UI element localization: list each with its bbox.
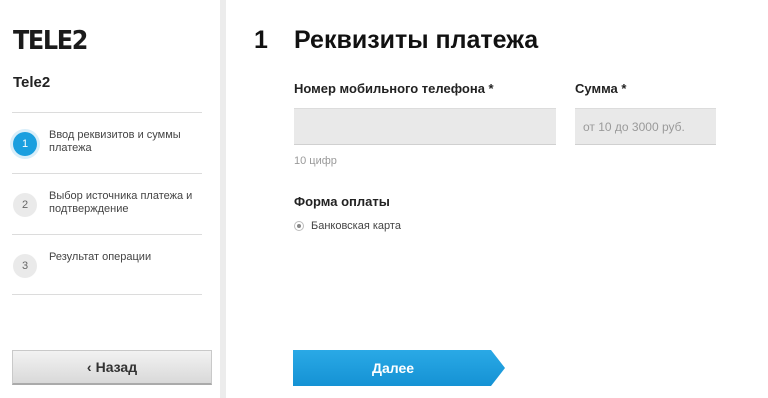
step-3: 3 Результат операции — [12, 234, 202, 295]
step-number-badge: 1 — [13, 132, 37, 156]
tele2-logo: TELE2 — [13, 28, 93, 54]
main-panel: 1 Реквизиты платежа Номер мобильного тел… — [226, 0, 768, 398]
phone-input[interactable] — [294, 108, 556, 145]
step-2: 2 Выбор источника платежа и подтверждени… — [12, 173, 202, 234]
company-name: Tele2 — [13, 74, 51, 91]
step-1: 1 Ввод реквизитов и суммы платежа — [12, 112, 202, 173]
step-number-heading: 1 — [254, 26, 268, 54]
next-button[interactable]: Далее — [293, 350, 505, 386]
sidebar: TELE2 Tele2 1 Ввод реквизитов и суммы пл… — [0, 0, 226, 398]
payment-option-label: Банковская карта — [311, 220, 401, 232]
logo-text: TELE2 — [13, 26, 88, 56]
payment-form-label: Форма оплаты — [294, 194, 390, 209]
step-number-badge: 2 — [13, 193, 37, 217]
radio-button[interactable] — [294, 221, 304, 231]
chevron-left-icon: ‹ — [86, 359, 92, 375]
payment-option-bank-card[interactable]: Банковская карта — [294, 220, 401, 232]
amount-label: Сумма * — [575, 81, 627, 96]
next-button-label: Далее — [371, 360, 415, 376]
step-number-badge: 3 — [13, 254, 37, 278]
step-label: Ввод реквизитов и суммы платежа — [49, 129, 181, 154]
phone-label: Номер мобильного телефона * — [294, 81, 494, 96]
step-label: Результат операции — [49, 251, 152, 263]
phone-hint: 10 цифр — [294, 155, 337, 167]
back-button-label: Назад — [95, 359, 138, 375]
amount-input[interactable] — [575, 108, 716, 145]
page-title: Реквизиты платежа — [294, 26, 539, 54]
step-label: Выбор источника платежа и подтверждение — [49, 190, 193, 215]
steps-list: 1 Ввод реквизитов и суммы платежа 2 Выбо… — [12, 112, 202, 295]
back-button[interactable]: ‹ Назад — [12, 350, 212, 385]
